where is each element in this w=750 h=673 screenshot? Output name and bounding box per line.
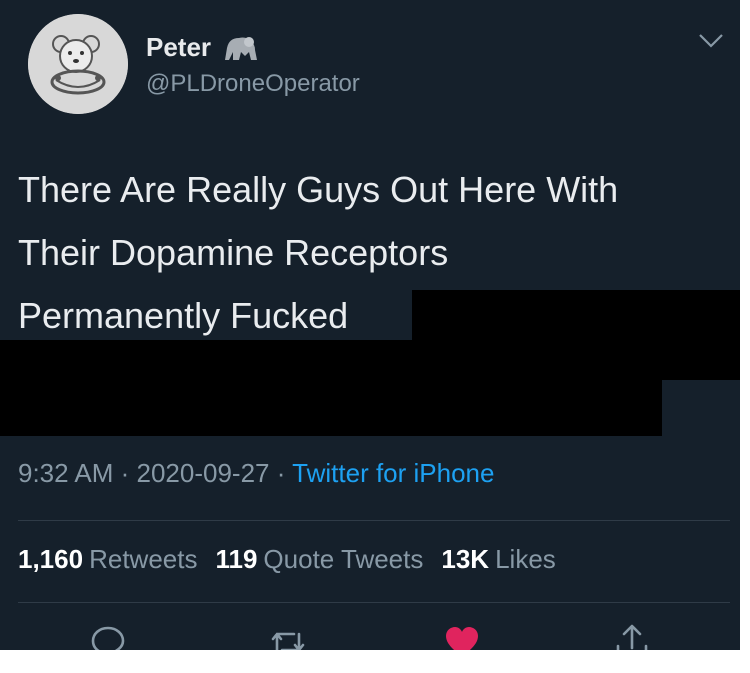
tweet-screenshot: Peter @PLDroneOperator There Are Really … (0, 0, 740, 650)
black-mask (0, 378, 662, 436)
meta-separator: · (269, 458, 293, 488)
action-bar (0, 622, 740, 650)
retweets-stat[interactable]: 1,160 Retweets (18, 544, 197, 575)
user-handle[interactable]: @PLDroneOperator (146, 70, 360, 98)
tweet-stats: 1,160 Retweets 119 Quote Tweets 13K Likes (18, 544, 556, 575)
divider (18, 520, 730, 521)
display-name[interactable]: Peter (146, 32, 211, 63)
black-mask (412, 290, 740, 340)
tweet-header: Peter @PLDroneOperator (18, 8, 730, 118)
retweet-icon[interactable] (268, 622, 308, 650)
likes-label: Likes (495, 544, 556, 574)
share-icon[interactable] (612, 622, 652, 650)
meta-separator: · (113, 458, 137, 488)
tweet-text-line: There Are Really Guys Out Here With (18, 169, 619, 210)
tweet-date[interactable]: 2020-09-27 (137, 458, 270, 488)
quote-tweets-count: 119 (215, 544, 258, 574)
reply-icon[interactable] (88, 622, 128, 650)
retweets-count: 1,160 (18, 544, 84, 574)
like-icon[interactable] (442, 622, 482, 650)
name-row: Peter (146, 30, 261, 64)
chevron-down-icon[interactable] (698, 32, 724, 50)
white-border (740, 0, 750, 673)
likes-count: 13K (441, 544, 490, 574)
likes-stat[interactable]: 13K Likes (441, 544, 555, 575)
black-mask (0, 340, 740, 380)
avatar[interactable] (28, 14, 128, 114)
quote-tweets-stat[interactable]: 119 Quote Tweets (215, 544, 423, 575)
tweet-source-link[interactable]: Twitter for iPhone (292, 458, 494, 488)
gorilla-icon (225, 37, 258, 60)
divider (18, 602, 730, 603)
tweet-meta: 9:32 AM · 2020-09-27 · Twitter for iPhon… (18, 458, 494, 489)
teddy-bear-avatar-icon (28, 14, 128, 114)
quote-tweets-label: Quote Tweets (263, 544, 424, 574)
tweet-time[interactable]: 9:32 AM (18, 458, 113, 488)
tweet-text-line: Their Dopamine Receptors (18, 232, 449, 273)
retweets-label: Retweets (89, 544, 198, 574)
